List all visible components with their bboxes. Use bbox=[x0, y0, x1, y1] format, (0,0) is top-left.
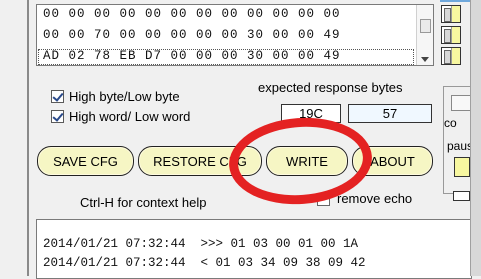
spinner-control[interactable] bbox=[441, 5, 461, 23]
high-word-low-word-label: High word/ Low word bbox=[69, 108, 191, 124]
save-cfg-button[interactable]: SAVE CFG bbox=[37, 146, 134, 176]
scroll-grip-icon[interactable] bbox=[420, 19, 431, 33]
high-word-low-word-checkbox[interactable] bbox=[51, 109, 64, 123]
hex-row: AD 02 78 EB D7 00 00 00 30 00 00 49 bbox=[43, 49, 341, 63]
right-panel-checkbox[interactable] bbox=[451, 95, 471, 111]
hex-data-view[interactable]: 00 00 00 00 00 00 00 00 00 00 00 00 00 0… bbox=[36, 4, 434, 66]
scroll-down-arrow-icon[interactable] bbox=[421, 57, 429, 62]
remove-echo-checkbox[interactable] bbox=[317, 193, 330, 206]
high-byte-low-byte-label: High byte/Low byte bbox=[69, 88, 180, 104]
spinner-control[interactable] bbox=[441, 26, 461, 44]
hex-row: 00 00 70 00 00 00 00 00 30 00 00 49 bbox=[43, 28, 341, 42]
window-top-accent bbox=[440, 0, 470, 2]
high-byte-low-byte-option[interactable]: High byte/Low byte bbox=[51, 88, 180, 104]
expected-response-field[interactable]: 19C bbox=[281, 104, 341, 123]
hex-scrollbar[interactable] bbox=[416, 5, 433, 65]
expected-response-bytes-field[interactable]: 57 bbox=[348, 104, 432, 123]
high-byte-low-byte-checkbox[interactable] bbox=[51, 89, 64, 103]
spinner-control[interactable] bbox=[441, 47, 461, 65]
context-help-hint: Ctrl-H for context help bbox=[80, 195, 207, 210]
window-right-border bbox=[470, 0, 481, 276]
communication-log[interactable]: 2014/01/21 07:32:44 >>> 01 03 00 01 00 1… bbox=[36, 219, 472, 279]
log-line: 2014/01/21 07:32:44 >>> 01 03 00 01 00 1… bbox=[43, 237, 359, 251]
restore-cfg-button[interactable]: RESTORE CFG bbox=[138, 146, 262, 176]
window-left-border bbox=[27, 0, 29, 276]
pause-spinner[interactable] bbox=[454, 157, 470, 177]
right-panel-field[interactable] bbox=[453, 191, 470, 201]
remove-echo-label: remove echo bbox=[337, 191, 413, 206]
high-word-low-word-option[interactable]: High word/ Low word bbox=[51, 108, 190, 124]
write-button[interactable]: WRITE bbox=[266, 146, 348, 176]
hex-row: 00 00 00 00 00 00 00 00 00 00 00 00 bbox=[43, 7, 341, 21]
right-panel-label: co bbox=[444, 116, 457, 130]
log-line: 2014/01/21 07:32:44 < 01 03 34 09 38 09 … bbox=[43, 256, 366, 270]
expected-response-label: expected response bytes bbox=[258, 80, 403, 95]
spinner-group bbox=[441, 5, 463, 67]
about-button[interactable]: ABOUT bbox=[352, 146, 433, 176]
